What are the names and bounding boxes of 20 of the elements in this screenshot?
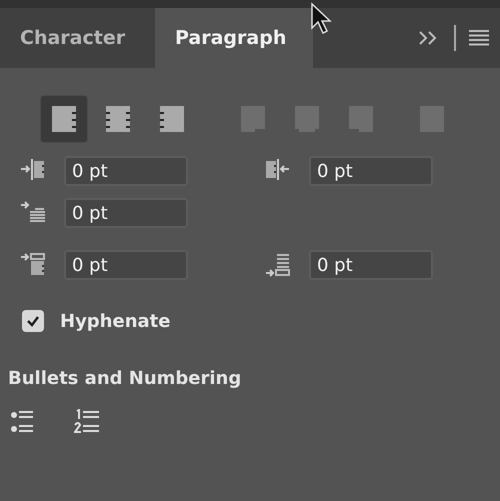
panel-tab[interactable]: Paragraph [155,8,313,68]
bulleted-list-icon[interactable] [10,409,36,435]
alignment-button[interactable] [40,95,88,143]
space-before-icon [20,253,46,277]
cursor-icon [309,2,335,36]
input-field[interactable]: 0 pt [64,198,188,228]
checkbox[interactable] [22,310,44,332]
right-indent-icon [265,159,291,183]
input-field[interactable]: 0 pt [309,250,433,280]
input-field[interactable]: 0 pt [64,250,188,280]
input-field[interactable]: 0 pt [309,156,433,186]
first-line-indent-icon [20,201,46,225]
space-after-icon [265,253,291,277]
left-indent-icon [20,159,46,183]
menu-icon[interactable] [468,29,490,47]
numbered-list-icon[interactable] [74,409,100,435]
checkbox-label: Hyphenate [60,310,170,332]
checkmark-icon [26,314,40,328]
input-field[interactable]: 0 pt [64,156,188,186]
section-heading: Bullets and Numbering [7,368,242,389]
